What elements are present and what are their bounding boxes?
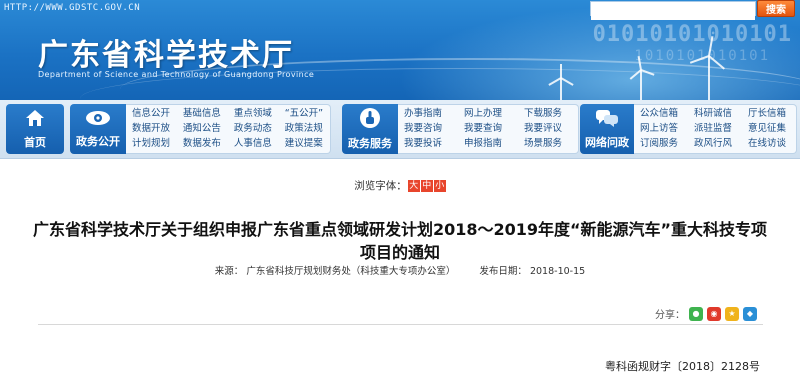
nav-net-inquiry: 网络问政 公众信箱 网上访答 订阅服务 科研诚信 派驻监督 政风行风 厅长信箱 … [580, 104, 797, 154]
nav-link[interactable]: 基础信息 [183, 107, 222, 121]
nav-home[interactable]: 首页 [6, 104, 64, 154]
date-label: 发布日期： [479, 266, 527, 277]
weibo-icon[interactable]: ◉ [707, 306, 721, 321]
search-button[interactable]: 搜索 [757, 0, 795, 17]
qzone-icon[interactable]: ★ [725, 306, 739, 321]
article-title-line: 项目的通知 [359, 243, 440, 262]
pointer-hand-icon [359, 107, 381, 133]
nav-link[interactable]: 通知公告 [183, 122, 222, 136]
nav-link[interactable]: 公众信箱 [640, 107, 682, 121]
source-value: 广东省科技厅规划财务处（科技重大专项办公室） [246, 266, 456, 277]
nav-home-label: 首页 [24, 136, 46, 149]
site-title: 广东省科学技术厅 [38, 38, 294, 73]
chat-bubbles-icon [595, 108, 619, 132]
nav-link[interactable]: 重点领域 [234, 107, 273, 121]
nav-link[interactable]: 数据开放 [132, 122, 171, 136]
nav-gov-open: 政务公开 信息公开 数据开放 计划规划 基础信息 通知公告 数据发布 重点领域 … [70, 104, 331, 154]
nav-link[interactable]: 我要评议 [524, 122, 572, 136]
nav-link[interactable]: 意见征集 [748, 122, 790, 136]
font-size-large-button[interactable]: 大 [407, 180, 420, 192]
nav-gov-service-tile[interactable]: 政务服务 [342, 104, 398, 154]
font-size-medium-button[interactable]: 中 [420, 180, 433, 192]
nav-link[interactable]: 在线访谈 [748, 137, 790, 151]
font-size-switcher: 浏览字体：大中小 [0, 178, 800, 193]
nav-link[interactable]: 我要投诉 [404, 137, 452, 151]
article-title-line: 广东省科学技术厅关于组织申报广东省重点领域研发计划2018～2019年度“新能源… [32, 220, 768, 239]
main-nav: 首页 政务公开 信息公开 数据开放 计划规划 基础信息 通知公告 数据发布 重点… [0, 100, 800, 159]
nav-gov-open-links: 信息公开 数据开放 计划规划 基础信息 通知公告 数据发布 重点领域 政务动态 … [126, 104, 331, 154]
content-divider [38, 324, 763, 325]
search-input[interactable] [591, 8, 755, 20]
nav-link[interactable]: 我要咨询 [404, 122, 452, 136]
nav-link[interactable]: 办事指南 [404, 107, 452, 121]
binary-decoration: 1010101010101 [634, 48, 770, 64]
nav-link[interactable]: 计划规划 [132, 137, 171, 151]
article-meta: 来源： 广东省科技厅规划财务处（科技重大专项办公室） 发布日期： 2018-10… [0, 263, 800, 277]
nav-link[interactable]: 政务动态 [234, 122, 273, 136]
nav-gov-service-label: 政务服务 [348, 137, 392, 150]
nav-link[interactable]: 场景服务 [524, 137, 572, 151]
article-title: 广东省科学技术厅关于组织申报广东省重点领域研发计划2018～2019年度“新能源… [30, 218, 770, 264]
site-subtitle: Department of Science and Technology of … [38, 70, 315, 79]
nav-link[interactable]: 网上访答 [640, 122, 682, 136]
source-label: 来源： [214, 266, 244, 277]
date-value: 2018-10-15 [529, 266, 586, 277]
nav-link[interactable]: 申报指南 [464, 137, 512, 151]
font-size-label: 浏览字体： [354, 180, 407, 192]
nav-link[interactable]: 网上办理 [464, 107, 512, 121]
nav-gov-open-tile[interactable]: 政务公开 [70, 104, 126, 154]
nav-home-tile[interactable]: 首页 [6, 104, 64, 154]
binary-decoration: 01010101010101 [592, 22, 792, 47]
nav-link[interactable]: 人事信息 [234, 137, 273, 151]
search-box [590, 1, 756, 20]
nav-net-inquiry-label: 网络问政 [585, 136, 629, 149]
nav-link[interactable]: 我要查询 [464, 122, 512, 136]
eye-icon [85, 109, 111, 131]
share-bar: 分享： ● ◉ ★ ◆ [655, 306, 757, 321]
nav-net-inquiry-links: 公众信箱 网上访答 订阅服务 科研诚信 派驻监督 政风行风 厅长信箱 意见征集 … [634, 104, 797, 154]
share-label: 分享： [655, 310, 685, 321]
nav-net-inquiry-tile[interactable]: 网络问政 [580, 104, 634, 154]
nav-link[interactable]: 政策法规 [285, 122, 324, 136]
nav-link[interactable]: “五公开” [285, 107, 324, 121]
nav-link[interactable]: 派驻监督 [694, 122, 736, 136]
wechat-icon[interactable]: ● [689, 306, 703, 321]
nav-gov-open-label: 政务公开 [76, 135, 120, 148]
nav-gov-service-links: 办事指南 我要咨询 我要投诉 网上办理 我要查询 申报指南 下载服务 我要评议 … [398, 104, 579, 154]
nav-link[interactable]: 建议提案 [285, 137, 324, 151]
home-icon [24, 108, 46, 132]
nav-link[interactable]: 数据发布 [183, 137, 222, 151]
nav-link[interactable]: 厅长信箱 [748, 107, 790, 121]
nav-link[interactable]: 信息公开 [132, 107, 171, 121]
document-number: 粤科函规财字〔2018〕2128号 [605, 360, 760, 373]
nav-gov-service: 政务服务 办事指南 我要咨询 我要投诉 网上办理 我要查询 申报指南 下载服务 … [342, 104, 579, 154]
font-size-small-button[interactable]: 小 [433, 180, 446, 192]
nav-link[interactable]: 政风行风 [694, 137, 736, 151]
site-url: HTTP://WWW.GDSTC.GOV.CN [4, 3, 141, 13]
qq-icon[interactable]: ◆ [743, 306, 757, 321]
nav-link[interactable]: 订阅服务 [640, 137, 682, 151]
nav-link[interactable]: 科研诚信 [694, 107, 736, 121]
nav-link[interactable]: 下载服务 [524, 107, 572, 121]
site-banner: 01010101010101 1010101010101 HTTP://WWW.… [0, 0, 800, 100]
